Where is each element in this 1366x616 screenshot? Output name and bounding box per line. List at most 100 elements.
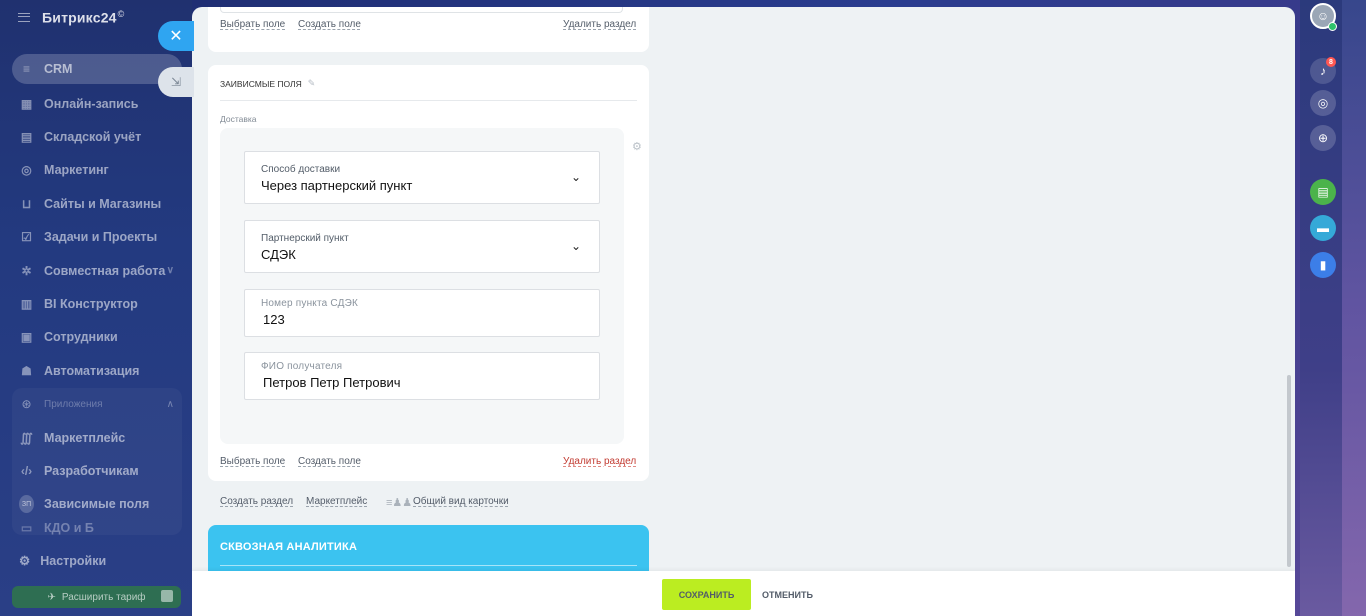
sidebar-item-booking[interactable]: ▦ Онлайн-запись <box>12 87 182 120</box>
sidebar-item-marketing[interactable]: ◎ Маркетинг <box>12 154 182 187</box>
sidebar-item-employees[interactable]: ▣ Сотрудники <box>12 321 182 354</box>
search-chat-icon[interactable]: ⊕ <box>1310 125 1336 151</box>
field-label: ФИО получателя <box>261 361 343 372</box>
chevron-down-icon: ∨ <box>166 265 174 277</box>
close-panel-button[interactable]: ✕ <box>158 21 194 51</box>
sidebar-item-settings[interactable]: ⚙ Настройки <box>19 553 107 569</box>
delete-section-link[interactable]: Удалить раздел <box>563 19 636 30</box>
save-button[interactable]: СОХРАНИТЬ <box>662 579 751 610</box>
delete-section-link[interactable]: Удалить раздел <box>563 456 636 467</box>
cancel-button[interactable]: ОТМЕНИТЬ <box>762 579 813 610</box>
upgrade-label: Расширить тариф <box>61 591 146 603</box>
logo-text: Битрикс24 <box>42 9 117 26</box>
sidebar-item-label: Маркетинг <box>44 163 109 178</box>
chat-bubble-icon[interactable]: ▬ <box>1310 215 1336 241</box>
sidebar-item-dependent-fields[interactable]: ЗП Зависимые поля <box>12 488 182 521</box>
minimize-panel-button[interactable]: ⇲ <box>158 67 194 97</box>
panel-scrollbar[interactable] <box>1287 375 1291 567</box>
footer-bar: СОХРАНИТЬ ОТМЕНИТЬ <box>192 571 1295 616</box>
sidebar-item-label: Зависимые поля <box>44 497 150 512</box>
sidebar-item-label: BI Конструктор <box>44 297 138 312</box>
menu-burger-icon[interactable] <box>18 12 30 22</box>
apps-group-header[interactable]: ⊛ Приложения ∧ <box>12 388 182 421</box>
sidebar-menu: ≡ CRM ▦ Онлайн-запись ▤ Складской учёт ◎… <box>12 54 182 536</box>
bar-chart-icon: ▥ <box>20 297 33 312</box>
section-title: ЗАИВИСМЫЕ ПОЛЯ ✎ <box>220 78 315 89</box>
sidebar-item-sites[interactable]: ⊔ Сайты и Магазины <box>12 187 182 220</box>
sidebar-item-inventory[interactable]: ▤ Складской учёт <box>12 120 182 153</box>
recipient-name-input[interactable]: ФИО получателя Петров Петр Петрович <box>244 352 600 400</box>
marketplace-icon: ∭ <box>20 430 33 445</box>
chat-icon: ✲ <box>21 263 32 278</box>
target-icon: ◎ <box>21 163 32 178</box>
spiral-icon[interactable]: ◎ <box>1310 90 1336 116</box>
sidebar-item-label: Онлайн-запись <box>44 96 139 111</box>
sidebar-item-label: Задачи и Проекты <box>44 230 158 245</box>
funnel-icon: ≡ <box>22 62 30 76</box>
bookmark-icon[interactable]: ▮ <box>1310 252 1336 278</box>
cdek-point-number-input[interactable]: Номер пункта СДЭК 123 <box>244 289 600 337</box>
create-field-link[interactable]: Создать поле <box>298 456 361 467</box>
group-label: Доставка <box>220 114 257 124</box>
slider-panel: Выбрать поле Создать поле Удалить раздел… <box>192 7 1295 616</box>
marketplace-link[interactable]: Маркетплейс <box>306 496 367 507</box>
field-value: СДЭК <box>261 247 296 262</box>
dependent-fields-card: ЗАИВИСМЫЕ ПОЛЯ ✎ Доставка ⚙ Способ доста… <box>208 65 649 481</box>
sidebar-item-label: Маркетплейс <box>44 430 126 445</box>
chevron-down-icon: ⌄ <box>570 170 581 184</box>
settings-label: Настройки <box>40 553 107 568</box>
create-field-link[interactable]: Создать поле <box>298 19 361 30</box>
create-section-link[interactable]: Создать раздел <box>220 496 293 507</box>
common-view-link[interactable]: Общий вид карточки <box>413 496 509 507</box>
sidebar-item-developers[interactable]: ‹/› Разработчикам <box>12 454 182 487</box>
sidebar-item-kdo[interactable]: ▭ КДО и Б <box>12 521 182 535</box>
sidebar-item-collab[interactable]: ✲ Совместная работа ∨ <box>12 254 182 287</box>
app-green-icon[interactable]: ▤ <box>1310 179 1336 205</box>
divider <box>220 100 637 101</box>
upgrade-tariff-button[interactable]: ✈ Расширить тариф <box>12 586 181 608</box>
gear-icon[interactable]: ⚙ <box>632 140 642 153</box>
partner-point-select[interactable]: Партнерский пункт СДЭК ⌄ <box>244 220 600 273</box>
apps-group: ⊛ Приложения ∧ ∭ Маркетплейс ‹/› Разрабо… <box>12 387 182 536</box>
sidebar-item-tasks[interactable]: ☑ Задачи и Проекты <box>12 221 182 254</box>
select-field-link[interactable]: Выбрать поле <box>220 19 285 30</box>
section-card-previous: Выбрать поле Создать поле Удалить раздел <box>208 7 649 52</box>
apps-group-label: Приложения <box>44 398 103 410</box>
robot-icon: ☗ <box>21 363 32 378</box>
people-icon: ≡♟♟ <box>386 497 413 509</box>
upgrade-side-icon <box>161 590 173 602</box>
close-icon: ✕ <box>169 28 183 45</box>
code-icon: ‹/› <box>20 463 33 478</box>
sidebar-item-bi[interactable]: ▥ BI Конструктор <box>12 287 182 320</box>
pencil-icon[interactable]: ✎ <box>308 78 316 89</box>
right-rail-background <box>1342 0 1366 616</box>
notifications-badge: 8 <box>1326 57 1336 67</box>
dependent-group-container: Способ доставки Через партнерский пункт … <box>220 128 624 444</box>
analytics-divider <box>220 565 637 566</box>
delivery-method-select[interactable]: Способ доставки Через партнерский пункт … <box>244 151 600 204</box>
calendar-icon: ▦ <box>20 96 33 111</box>
sidebar-item-crm[interactable]: ≡ CRM <box>12 54 182 84</box>
checkbox-icon: ☑ <box>21 230 32 245</box>
online-status-icon <box>1328 22 1337 31</box>
sidebar-item-automation[interactable]: ☗ Автоматизация <box>12 354 182 387</box>
field-value: Петров Петр Петрович <box>263 375 401 390</box>
app-badge-text: ЗП <box>19 495 34 514</box>
sidebar-item-label: Разработчикам <box>44 463 139 478</box>
section-title-text: ЗАИВИСМЫЕ ПОЛЯ <box>220 78 302 89</box>
chevron-up-icon: ∧ <box>166 398 174 410</box>
logo-mark: © <box>117 8 125 19</box>
warehouse-icon: ▤ <box>20 130 33 145</box>
sidebar-item-label: КДО и Б <box>44 521 94 536</box>
sidebar-item-marketplace[interactable]: ∭ Маркетплейс <box>12 421 182 454</box>
cart-icon: ⊔ <box>21 196 32 211</box>
gear-icon: ⚙ <box>19 554 31 568</box>
field-label: Партнерский пункт <box>261 233 349 244</box>
field-label: Способ доставки <box>261 164 341 175</box>
apps-icon: ⊛ <box>21 397 32 412</box>
select-field-link[interactable]: Выбрать поле <box>220 456 285 467</box>
logo[interactable]: Битрикс24© <box>42 9 125 26</box>
analytics-title: СКВОЗНАЯ АНАЛИТИКА <box>220 541 358 553</box>
field-label: Номер пункта СДЭК <box>261 298 358 309</box>
rocket-icon: ✈ <box>47 591 56 603</box>
